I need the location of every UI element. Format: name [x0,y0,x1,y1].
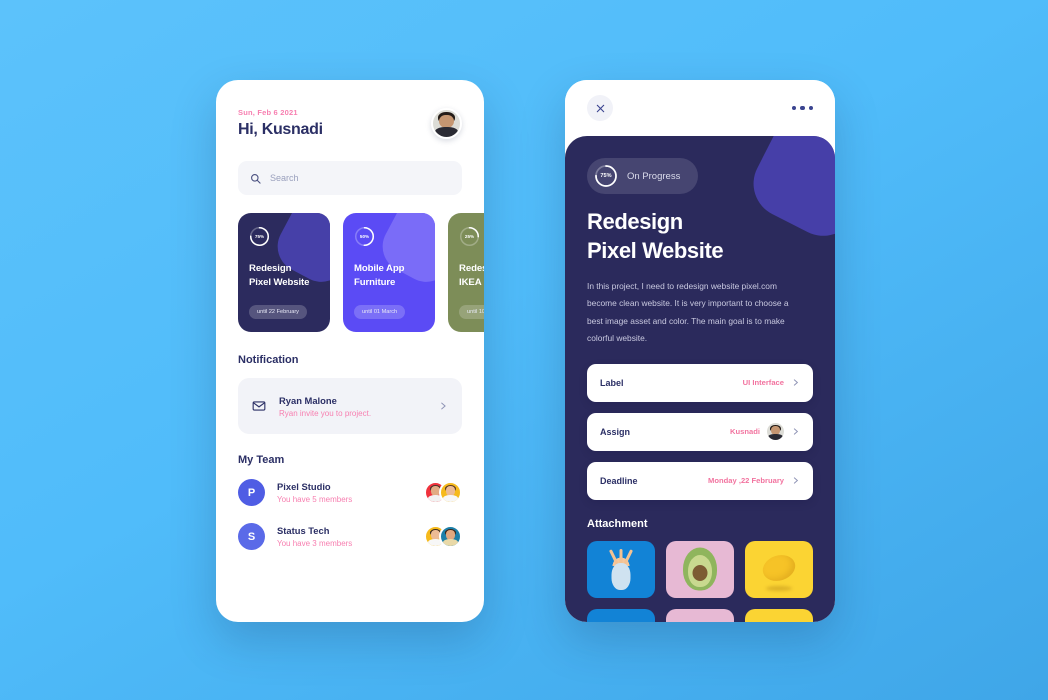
crown-thumbnail[interactable] [587,608,655,622]
project-title: Mobile App Furniture [354,262,424,290]
status-label: On Progress [627,170,681,182]
project-title-line1: Mobile App [354,263,405,274]
progress-ring: 25% [459,226,480,247]
project-card[interactable]: 75% Redesign Pixel Website until 22 Febr… [238,213,330,332]
envelope-icon [252,401,266,411]
avocado-thumbnail[interactable] [666,540,734,598]
team-member-count: You have 5 members [277,495,353,504]
team-initial-badge: P [238,479,265,506]
assignee-avatar[interactable] [767,423,784,441]
yellow-thumbnail[interactable] [745,608,813,622]
project-title-line1: Redesign [459,263,484,274]
team-name: Pixel Studio [277,481,331,492]
chevron-right-icon[interactable] [791,427,800,436]
more-options-icon [791,105,796,111]
detail-title-line1: Redesign [587,209,683,234]
project-due-badge: until 22 February [249,305,307,319]
detail-topbar [565,80,835,136]
team-text-block: Status Tech You have 3 members [277,525,352,548]
project-title: Redesign Pixel Website [249,262,319,290]
lemon-thumbnail[interactable] [745,540,813,598]
notification-item[interactable]: Ryan Malone Ryan invite you to project. [238,378,462,434]
team-name: Status Tech [277,525,330,536]
user-avatar[interactable] [431,108,462,139]
progress-ring: 75% [249,226,270,247]
info-value-text: UI Interface [742,378,784,388]
team-avatar-stack[interactable] [424,481,462,504]
progress-ring-icon [595,165,617,187]
project-card[interactable]: 50% Mobile App Furniture until 01 March [343,213,435,332]
detail-title-line2: Pixel Website [587,238,724,264]
dashboard-header: Sun, Feb 6 2021 Hi, Kusnadi [216,80,484,139]
avocado-half-thumbnail[interactable] [666,608,734,622]
team-list-item[interactable]: S Status Tech You have 3 members [238,523,462,550]
project-title-line2: Furniture [354,276,396,288]
team-text-block: Pixel Studio You have 5 members [277,481,352,504]
notification-section-title: Notification [238,354,299,366]
project-detail-phone-panel: 75% On Progress Redesign Pixel Website I… [565,80,835,622]
progress-ring-icon [249,226,270,247]
info-key: Deadline [600,475,638,486]
info-row-assign[interactable]: Assign Kusnadi [587,412,813,451]
chevron-right-icon[interactable] [791,476,800,485]
project-title-line2: Pixel Website [249,276,310,288]
pineapple-thumbnail[interactable] [587,540,655,598]
member-avatar[interactable] [439,525,462,548]
info-value: Monday ,22 February [708,476,800,485]
info-row-deadline[interactable]: Deadline Monday ,22 February [587,461,813,500]
dashboard-phone-panel: Sun, Feb 6 2021 Hi, Kusnadi Search 75% R… [216,80,484,622]
team-avatar-stack[interactable] [424,525,462,548]
progress-ring: 50% [354,226,375,247]
greeting-block: Sun, Feb 6 2021 Hi, Kusnadi [238,108,323,139]
progress-ring-icon [459,226,480,247]
progress-ring: 75% [594,164,618,188]
team-section-title: My Team [238,454,285,466]
search-placeholder: Search [270,173,299,183]
progress-ring-icon [354,226,375,247]
project-card[interactable]: 25% Redesign IKEA until 10 March [448,213,484,332]
lemon-icon [759,551,799,586]
search-icon [251,173,261,184]
search-input[interactable]: Search [238,161,462,195]
member-avatar[interactable] [439,481,462,504]
current-date: Sun, Feb 6 2021 [238,108,298,117]
chevron-right-icon[interactable] [438,401,448,411]
status-badge: 75% On Progress [587,158,699,194]
attachment-grid [587,540,813,622]
project-title-line1: Redesign [249,263,292,274]
notification-sender: Ryan Malone [279,394,337,406]
info-value-text: Kusnadi [730,427,760,437]
pineapple-body-icon [611,562,631,590]
chevron-right-icon[interactable] [791,378,800,387]
detail-title: Redesign Pixel Website [587,207,813,265]
info-value: UI Interface [743,378,800,387]
project-title-line2: IKEA [459,276,482,288]
project-due-badge: until 10 March [459,305,484,319]
info-row-label[interactable]: Label UI Interface [587,363,813,402]
notification-message: Ryan invite you to project. [279,408,372,418]
team-initial-badge: S [238,523,265,550]
more-options-button[interactable] [791,105,813,111]
info-key: Label [600,377,624,388]
detail-dark-sheet: 75% On Progress Redesign Pixel Website I… [565,136,835,622]
attachment-section-title: Attachment [587,517,648,530]
close-icon [596,104,604,112]
avatar-face-icon [433,110,460,137]
info-value-text: Monday ,22 February [708,476,784,486]
project-cards-rail[interactable]: 75% Redesign Pixel Website until 22 Febr… [216,213,484,332]
greeting-text: Hi, Kusnadi [238,121,323,138]
project-title: Redesign IKEA [459,262,484,290]
notification-text-block: Ryan Malone Ryan invite you to project. [279,395,371,418]
info-value: Kusnadi [730,423,800,441]
detail-description: In this project, I need to redesign webs… [587,281,789,343]
info-key: Assign [600,426,631,437]
team-list-item[interactable]: P Pixel Studio You have 5 members [238,479,462,506]
close-button[interactable] [587,95,613,121]
project-due-badge: until 01 March [354,305,406,319]
team-member-count: You have 3 members [277,539,353,548]
